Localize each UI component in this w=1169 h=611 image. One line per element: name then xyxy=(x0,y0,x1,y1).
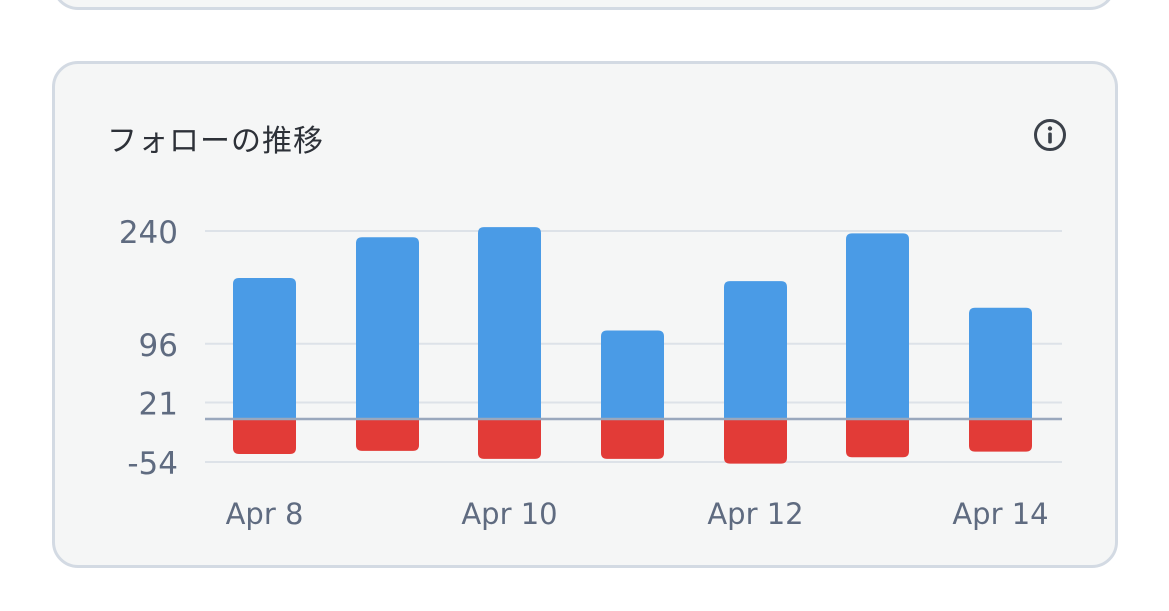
x-tick-label: Apr 12 xyxy=(707,497,803,531)
x-tick-label: Apr 14 xyxy=(952,497,1048,531)
x-tick-label: Apr 10 xyxy=(461,497,557,531)
bar-negative xyxy=(601,419,664,459)
y-tick-label: 21 xyxy=(139,387,178,423)
bar-positive xyxy=(601,330,664,419)
bar-negative xyxy=(846,419,909,458)
x-tick-label: Apr 8 xyxy=(226,497,304,531)
y-tick-label: 240 xyxy=(119,215,178,251)
y-tick-label: 96 xyxy=(139,328,178,364)
bar-negative xyxy=(356,419,419,451)
bar-positive xyxy=(233,278,296,419)
bar-positive xyxy=(356,237,419,419)
follow-bar-chart: 240 96 21 -54 Apr 8 Apr 10 Apr 12 Apr 14 xyxy=(119,215,1062,531)
y-tick-label: -54 xyxy=(127,446,178,482)
bar-negative xyxy=(724,419,787,464)
bar-positive xyxy=(478,227,541,419)
bar-positive xyxy=(724,281,787,419)
bar-positive xyxy=(969,307,1032,419)
bar-negative xyxy=(233,419,296,455)
bar-negative xyxy=(969,419,1032,452)
bar-negative xyxy=(478,419,541,459)
bar-positive xyxy=(846,233,909,419)
